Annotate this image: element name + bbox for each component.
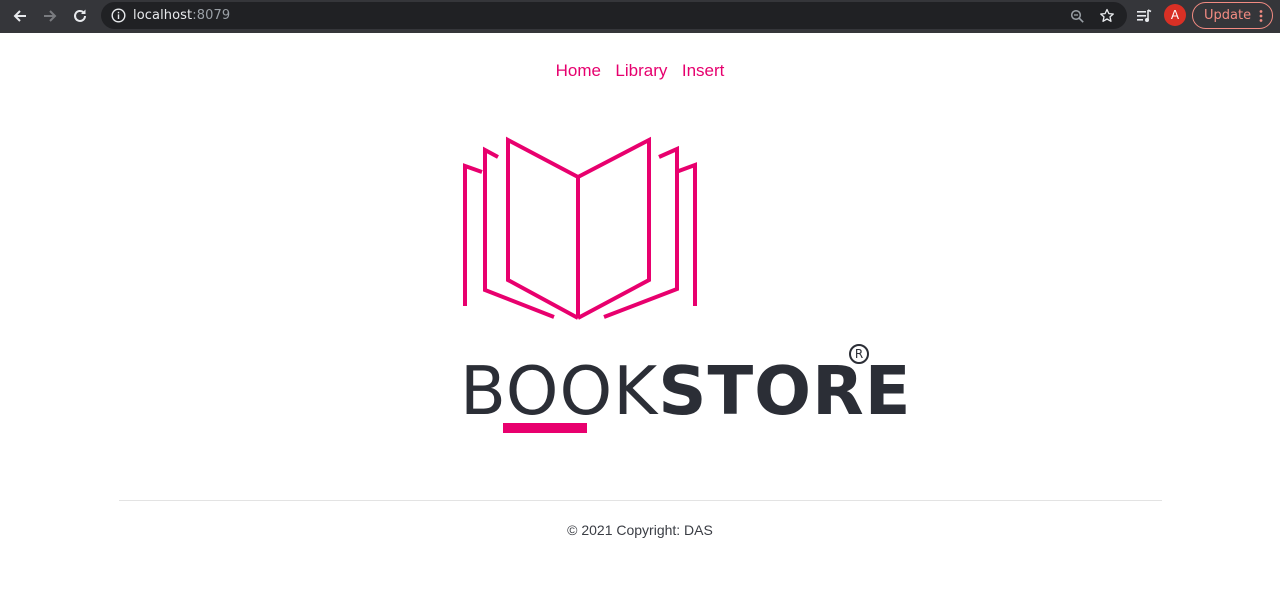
nav-insert-link[interactable]: Insert bbox=[682, 60, 725, 82]
brand-wordmark-light: BOOK bbox=[460, 352, 659, 430]
reload-icon[interactable] bbox=[66, 2, 94, 30]
address-bar[interactable]: localhost:8079 bbox=[101, 2, 1127, 29]
update-label: Update bbox=[1204, 8, 1252, 23]
forward-arrow-icon[interactable] bbox=[36, 2, 64, 30]
brand-underline bbox=[503, 423, 587, 433]
update-button[interactable]: Update bbox=[1192, 2, 1273, 29]
profile-avatar[interactable]: A bbox=[1164, 4, 1186, 26]
info-icon[interactable] bbox=[111, 8, 126, 23]
nav-library-link[interactable]: Library bbox=[615, 60, 667, 82]
footer-divider bbox=[119, 500, 1162, 501]
nav-home-link[interactable]: Home bbox=[556, 60, 601, 82]
footer-copyright: © 2021 Copyright: DAS bbox=[567, 522, 713, 538]
browser-toolbar: localhost:8079 A Update bbox=[0, 0, 1280, 33]
url-text[interactable]: localhost:8079 bbox=[133, 7, 230, 24]
url-host: localhost bbox=[133, 8, 193, 23]
media-queue-icon[interactable] bbox=[1131, 3, 1157, 29]
zoom-icon[interactable] bbox=[1068, 7, 1086, 25]
url-port: :8079 bbox=[192, 8, 231, 23]
brand-wordmark-bold: STORE bbox=[658, 352, 912, 430]
more-vert-icon bbox=[1259, 10, 1263, 22]
registered-mark-icon: R bbox=[849, 344, 869, 364]
main-nav: Home Library Insert bbox=[0, 60, 1280, 82]
back-arrow-icon[interactable] bbox=[6, 2, 34, 30]
brand-wordmark: BOOKSTORE bbox=[460, 351, 911, 431]
star-icon[interactable] bbox=[1098, 7, 1116, 25]
